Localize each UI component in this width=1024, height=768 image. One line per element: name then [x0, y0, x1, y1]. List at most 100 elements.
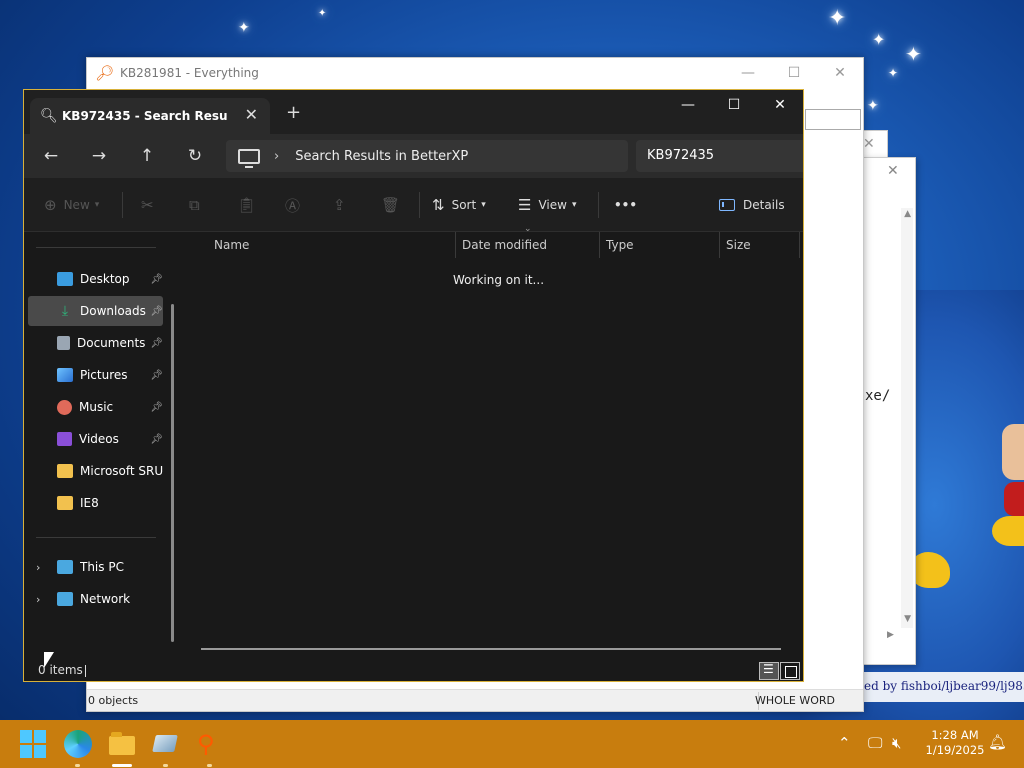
- rename-icon: Ⓐ: [285, 196, 301, 215]
- sidebar-item-this-pc[interactable]: › This PC: [28, 552, 163, 582]
- column-header-size[interactable]: Size: [726, 232, 751, 258]
- paste-button[interactable]: 📋︎: [237, 178, 263, 232]
- maximize-button[interactable]: ☐: [711, 90, 757, 122]
- scroll-up-icon[interactable]: ▲: [904, 209, 911, 219]
- close-button[interactable]: ✕: [817, 58, 863, 88]
- muted-speaker-icon[interactable]: 🔇︎: [892, 734, 901, 752]
- new-tab-button[interactable]: +: [286, 102, 301, 123]
- share-icon: ⇪: [333, 196, 346, 214]
- mickey-shoe: [992, 516, 1024, 546]
- view-lines-icon: ☰: [518, 196, 532, 214]
- rename-button[interactable]: Ⓐ: [285, 178, 307, 232]
- back-button[interactable]: ←: [37, 142, 65, 170]
- close-tab-icon[interactable]: ✕: [245, 105, 258, 124]
- maximize-button[interactable]: ☐: [771, 58, 817, 88]
- everything-statusbar: 0 objects WHOLE WORD: [87, 689, 863, 711]
- background-dialog: ✕ ▲ ▼ ▶ xe/: [862, 157, 916, 665]
- refresh-button[interactable]: ↻: [181, 142, 209, 170]
- tab-search-results[interactable]: 🔍︎ KB972435 - Search Results in BetterXP…: [30, 98, 270, 134]
- cut-button[interactable]: ✂: [141, 178, 161, 232]
- everything-search-input[interactable]: [805, 109, 861, 130]
- sidebar-item-videos[interactable]: Videos 📌︎: [28, 424, 163, 454]
- sidebar-scrollbar[interactable]: [171, 304, 174, 642]
- scroll-down-icon[interactable]: ▼: [904, 614, 911, 624]
- sparkle: ✦: [905, 42, 922, 66]
- copy-button[interactable]: ⧉: [189, 178, 207, 232]
- chevron-right-icon[interactable]: ›: [274, 149, 279, 164]
- clock[interactable]: 1:28 AM 1/19/2025: [920, 728, 990, 758]
- object-count: 0 objects: [88, 694, 139, 707]
- file-explorer-icon[interactable]: [108, 730, 136, 758]
- search-input[interactable]: KB972435: [636, 140, 803, 172]
- sidebar-item-desktop[interactable]: Desktop 📌︎: [28, 264, 163, 294]
- sparkle: ✦: [872, 30, 886, 49]
- mickey-face: [1002, 424, 1024, 480]
- tab-title: KB972435 - Search Results in BetterXP: [62, 109, 227, 123]
- clipboard-icon: 📋︎: [237, 196, 257, 214]
- sort-icon: ⇅: [432, 196, 445, 214]
- more-options-button[interactable]: •••: [614, 178, 637, 232]
- chevron-right-icon[interactable]: ›: [36, 561, 40, 574]
- tiles-view-button[interactable]: [780, 662, 800, 680]
- download-icon: ⤓: [61, 303, 69, 319]
- delete-button[interactable]: 🗑︎: [381, 178, 407, 232]
- address-path[interactable]: Search Results in BetterXP: [295, 149, 468, 164]
- sidebar-item-network[interactable]: › Network: [28, 584, 163, 614]
- chevron-up-icon[interactable]: ⌃: [838, 734, 851, 752]
- folder-icon: [57, 464, 73, 478]
- column-header-date-modified[interactable]: Date modified: [462, 232, 547, 258]
- sidebar-item-microsoft-srupdate[interactable]: Microsoft SRUpdate: [28, 456, 163, 486]
- dialog-scrollbar[interactable]: [901, 208, 913, 628]
- details-pane-icon: [719, 199, 735, 211]
- network-status-icon[interactable]: 🖵︎: [868, 734, 882, 752]
- address-bar[interactable]: › Search Results in BetterXP: [226, 140, 628, 172]
- pin-icon: 📌︎: [150, 433, 163, 445]
- share-button[interactable]: ⇪: [333, 178, 353, 232]
- pin-icon: 📌︎: [150, 337, 163, 349]
- sparkle: ✦: [888, 66, 899, 80]
- sidebar-item-ie8[interactable]: IE8: [28, 488, 163, 518]
- close-icon[interactable]: ✕: [863, 136, 875, 152]
- file-list: Name ⌄ Date modified Type Size Working o…: [182, 224, 803, 662]
- minimize-button[interactable]: —: [665, 90, 711, 122]
- chevron-right-icon[interactable]: ›: [36, 593, 40, 606]
- magnifier-icon: 🔎︎: [95, 64, 115, 82]
- forward-button[interactable]: →: [85, 142, 113, 170]
- scissors-icon: ✂: [141, 196, 154, 214]
- pin-icon: 📌︎: [150, 369, 163, 381]
- folder-icon: [57, 496, 73, 510]
- everything-title: KB281981 - Everything: [120, 66, 259, 80]
- sparkle: ✦: [238, 20, 250, 36]
- horizontal-scrollbar[interactable]: [201, 648, 781, 650]
- time: 1:28 AM: [931, 728, 979, 742]
- new-button[interactable]: ⊕ New ▾: [44, 178, 99, 232]
- everything-icon[interactable]: ⚲: [197, 730, 225, 758]
- plus-circle-icon: ⊕: [44, 196, 57, 214]
- edge-icon[interactable]: [64, 730, 92, 758]
- sparkle: ✦: [828, 6, 847, 31]
- column-header-name[interactable]: Name: [214, 232, 249, 258]
- xp-window-icon[interactable]: [152, 730, 180, 758]
- close-icon[interactable]: ✕: [887, 163, 899, 179]
- scroll-right-icon[interactable]: ▶: [887, 630, 894, 640]
- up-button[interactable]: ↑: [133, 142, 161, 170]
- sidebar-item-music[interactable]: Music 📌︎: [28, 392, 163, 422]
- details-button[interactable]: Details: [719, 178, 785, 232]
- tab-bar[interactable]: 🔍︎ KB972435 - Search Results in BetterXP…: [24, 90, 803, 134]
- pc-icon: [238, 148, 260, 168]
- sort-button[interactable]: ⇅ Sort ▾: [432, 178, 486, 232]
- navigation-bar: ← → ↑ ↻ › Search Results in BetterXP KB9…: [24, 134, 803, 178]
- start-icon[interactable]: [20, 730, 48, 758]
- details-view-button[interactable]: [759, 662, 779, 680]
- videos-icon: [57, 432, 72, 446]
- minimize-button[interactable]: —: [725, 58, 771, 88]
- sidebar-item-pictures[interactable]: Pictures 📌︎: [28, 360, 163, 390]
- close-button[interactable]: ✕: [757, 90, 803, 122]
- pictures-icon: [57, 368, 73, 382]
- status-bar: 0 items: [24, 662, 803, 681]
- notification-bell-icon[interactable]: 🔔︎: [988, 733, 1007, 751]
- column-header-type[interactable]: Type: [606, 232, 634, 258]
- sidebar-item-downloads[interactable]: ⤓ Downloads 📌︎: [28, 296, 163, 326]
- sidebar-item-documents[interactable]: Documents 📌︎: [28, 328, 163, 358]
- search-icon: 🔍︎: [40, 108, 58, 124]
